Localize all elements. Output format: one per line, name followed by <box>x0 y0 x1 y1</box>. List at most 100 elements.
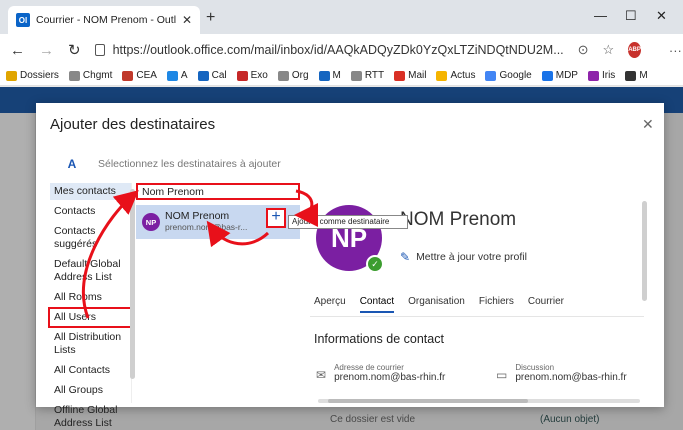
folder-icon <box>6 70 17 81</box>
bookmark-cea[interactable]: CEA <box>122 70 157 81</box>
m2-icon <box>625 70 637 81</box>
bookmark-label: Mail <box>408 70 427 81</box>
chat-value: prenom.nom@bas-rhin.fr <box>515 372 627 383</box>
horizontal-scrollbar[interactable] <box>318 399 640 403</box>
email-label: Adresse de courrier <box>334 363 404 372</box>
favorite-star-icon[interactable]: ☆ <box>603 42 615 58</box>
name-search-input[interactable]: Nom Prenom <box>136 183 300 200</box>
bookmark-label: Iris <box>601 70 616 81</box>
bookmark-google[interactable]: Google <box>485 70 532 81</box>
read-aloud-icon[interactable]: ⊙ <box>578 42 589 58</box>
m-icon <box>318 70 330 81</box>
address-book-list: Mes contacts Contacts Contacts suggérés Def… <box>48 183 133 429</box>
bookmark-label: MDP <box>555 70 578 81</box>
left-scrollbar[interactable] <box>130 189 135 379</box>
dialog-close-icon[interactable]: ✕ <box>642 116 654 133</box>
outlook-favicon-icon: Ol <box>16 13 30 27</box>
profile-scrollbar[interactable] <box>642 201 647 301</box>
add-recipient-tooltip: Ajouter comme destinataire <box>288 215 408 229</box>
add-recipients-dialog: Ajouter des destinataires ✕ A Sélectionn… <box>36 103 664 429</box>
iris-icon <box>587 70 599 81</box>
mail-icon: ✉ <box>316 368 327 382</box>
bookmark-dossiers[interactable]: Dossiers <box>6 70 59 81</box>
window-close-icon[interactable]: ✕ <box>656 8 667 24</box>
address-book-all-users[interactable]: All Users <box>48 307 133 328</box>
a-icon <box>166 70 178 81</box>
bookmark-m[interactable]: M <box>318 70 341 81</box>
address-book-mes-contacts[interactable]: Mes contacts <box>50 183 131 200</box>
tab-divider <box>310 316 644 317</box>
lock-icon <box>94 44 105 56</box>
forward-icon[interactable]: → <box>39 42 54 59</box>
refresh-icon[interactable]: ↻ <box>68 41 81 59</box>
bookmark-label: Google <box>499 70 532 81</box>
bookmark-rtt[interactable]: RTT <box>350 70 385 81</box>
chat-label: Discussion <box>515 363 555 372</box>
result-email: prenom.nom@bas-r... <box>165 222 248 232</box>
page-icon <box>68 70 80 81</box>
result-avatar: NP <box>142 213 160 231</box>
maximize-icon[interactable]: ☐ <box>625 8 637 24</box>
tab-aperçu[interactable]: Aperçu <box>314 296 346 313</box>
presence-available-icon: ✓ <box>366 255 384 273</box>
email-row[interactable]: ✉ Adresse de courrier prenom.nom@bas-rhi… <box>316 363 445 383</box>
horizontal-scroll-thumb[interactable] <box>328 399 528 403</box>
cal-icon <box>197 70 209 81</box>
bookmark-actus[interactable]: Actus <box>436 70 475 81</box>
bookmark-m[interactable]: M <box>625 70 648 81</box>
url-field[interactable]: https://outlook.office.com/mail/inbox/id… <box>94 38 564 62</box>
address-book-offline-global-address-list[interactable]: Offline Global Address List <box>50 402 131 430</box>
bookmark-mdp[interactable]: MDP <box>541 70 578 81</box>
address-book-contacts[interactable]: Contacts <box>50 203 131 220</box>
mdp-icon <box>541 70 553 81</box>
bookmarks-bar: Dossiers Chgmt CEA A Cal Exo Org M RTT Mail Actus G… <box>0 66 683 86</box>
tab-close-icon[interactable]: ✕ <box>182 13 192 27</box>
bookmark-org[interactable]: Org <box>277 70 309 81</box>
address-book-all-contacts[interactable]: All Contacts <box>50 362 131 379</box>
chat-row[interactable]: ▭ Discussion prenom.nom@bas-rhin.fr <box>496 363 627 383</box>
tab-fichiers[interactable]: Fichiers <box>479 296 514 313</box>
bookmark-chgmt[interactable]: Chgmt <box>68 70 112 81</box>
search-results-pane: Nom Prenom NP NOM Prenom prenom.nom@bas-… <box>136 183 408 403</box>
address-book-all-groups[interactable]: All Groups <box>50 382 131 399</box>
bookmark-label: A <box>180 70 188 81</box>
address-book-default-global-address-list[interactable]: Default Global Address List <box>50 256 131 286</box>
browser-tab[interactable]: Ol Courrier - NOM Prenom - Outlo ✕ <box>8 6 200 34</box>
tab-courrier[interactable]: Courrier <box>528 296 564 313</box>
minimize-icon[interactable]: — <box>594 8 607 23</box>
bookmark-label: Actus <box>450 70 476 81</box>
bookmark-exo[interactable]: Exo <box>236 70 268 81</box>
search-letter: A <box>67 157 77 171</box>
chat-icon: ▭ <box>496 368 508 382</box>
bookmark-label: Dossiers <box>20 70 59 81</box>
bookmark-label: M <box>639 70 648 81</box>
more-menu-icon[interactable]: ··· <box>669 43 682 58</box>
tab-organisation[interactable]: Organisation <box>408 296 465 313</box>
tab-contact[interactable]: Contact <box>359 296 395 313</box>
back-icon[interactable]: ← <box>10 42 25 59</box>
bookmark-label: RTT <box>364 70 385 81</box>
bookmark-label: M <box>332 70 341 81</box>
bookmark-cal[interactable]: Cal <box>197 70 227 81</box>
address-bar: ← → ↻ https://outlook.office.com/mail/in… <box>0 34 683 66</box>
bookmark-a[interactable]: A <box>166 70 188 81</box>
recipient-search[interactable]: A Sélectionnez les destinataires à ajout… <box>50 151 650 177</box>
contact-result[interactable]: NP NOM Prenom prenom.nom@bas-r... + <box>136 205 300 239</box>
update-profile-link[interactable]: ✎ Mettre à jour votre profil <box>400 250 527 264</box>
bookmark-label: Org <box>291 70 309 81</box>
profile-name: NOM Prenom <box>400 209 517 230</box>
new-tab-icon[interactable]: + <box>206 9 215 27</box>
address-book-all-rooms[interactable]: All Rooms <box>50 289 131 306</box>
url-text: https://outlook.office.com/mail/inbox/id… <box>112 43 564 57</box>
update-profile-label: Mettre à jour votre profil <box>416 251 527 263</box>
bookmark-label: Cal <box>211 70 227 81</box>
address-book-contacts-suggérés[interactable]: Contacts suggérés <box>50 223 131 253</box>
result-name: NOM Prenom <box>165 210 230 222</box>
cea-icon <box>122 70 134 81</box>
bookmark-mail[interactable]: Mail <box>394 70 426 81</box>
google-icon <box>485 70 497 81</box>
add-recipient-button[interactable]: + <box>266 208 286 228</box>
adblock-icon[interactable]: ABP <box>628 42 641 58</box>
address-book-all-distribution-lists[interactable]: All Distribution Lists <box>50 329 131 359</box>
bookmark-iris[interactable]: Iris <box>587 70 616 81</box>
